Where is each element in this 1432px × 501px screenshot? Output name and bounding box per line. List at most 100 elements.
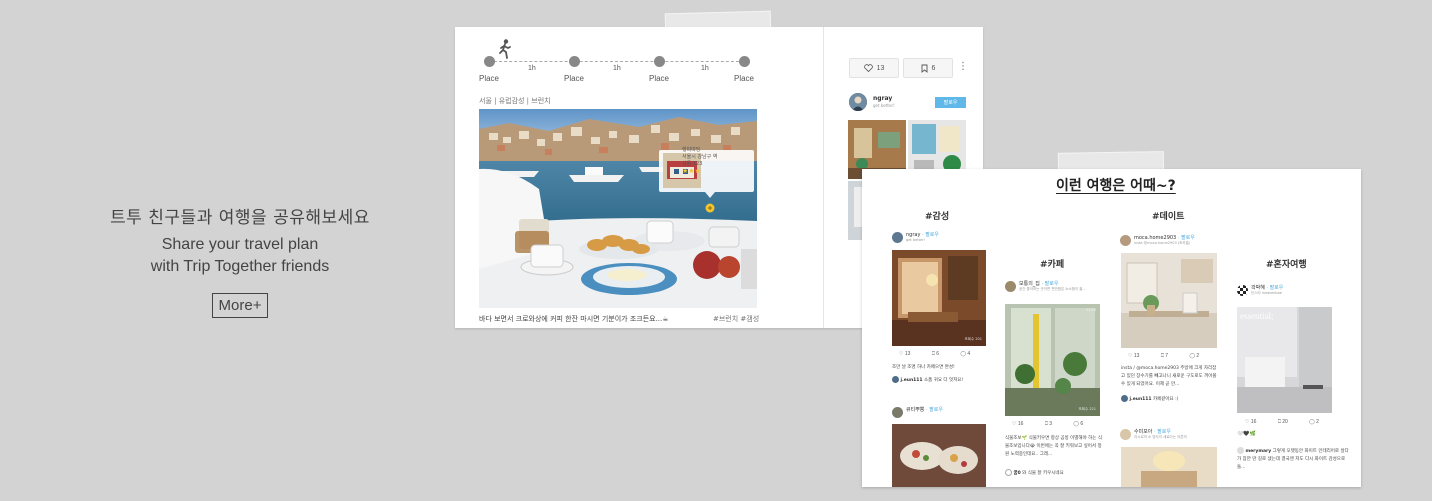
walking-person-icon <box>499 39 511 59</box>
column-heading-date[interactable]: #데이트 <box>1152 209 1184 222</box>
photo-view-count: 조회수 201 <box>964 337 982 341</box>
recommendation-title: 이런 여행은 어때~? <box>1056 178 1176 194</box>
author-name: 큐티뿌뿡 <box>906 407 925 413</box>
post-photo[interactable]: 행따따딩 서울시 강남구 역 삼동 123 ★★★ <box>479 109 757 308</box>
harbor-brunch-photo <box>479 109 757 308</box>
post-photo[interactable] <box>1121 447 1217 487</box>
comment-user[interactable]: 꿈0 <box>1013 471 1020 476</box>
author-name[interactable]: ngray <box>873 95 892 102</box>
more-options-icon[interactable]: ⋮ <box>958 61 968 72</box>
post-text: 식물조보🌱 식물키우면 항상 곰방 이별해야 하는 식물조보입니다😭 이번에는 … <box>1005 436 1102 457</box>
post-author[interactable]: 큐티뿌뿡 · 팔로우 <box>892 406 992 420</box>
column-heading-solo-travel[interactable]: #혼자여행 <box>1266 257 1307 270</box>
author-row: ngray get better! 팔로우 <box>849 93 967 113</box>
post-hashtags[interactable]: #브런치 #갬성 <box>713 314 759 324</box>
save-count[interactable]: ⎕ 20 <box>1278 419 1288 425</box>
duration-label: 1h <box>613 65 621 72</box>
post-stats: ♡ 13 ⎕ 6 ◯ 4 <box>899 351 990 357</box>
column-heading-emotional[interactable]: #감성 <box>925 209 949 222</box>
comment-count[interactable]: ◯ 4 <box>960 351 970 357</box>
timeline-stop-2[interactable] <box>569 56 580 67</box>
checkered-avatar-icon[interactable] <box>1237 285 1248 296</box>
place-label: Place <box>648 74 669 83</box>
save-count[interactable]: ⎕ 6 <box>932 351 939 357</box>
post-author[interactable]: 보통의_집 · 팔로우 공간 좋아하는 곳이면 편안함은 소소함이 올... <box>1005 280 1105 294</box>
place-overlay-card[interactable]: 행따따딩 서울시 강남구 역 삼동 123 ★★★ <box>682 147 717 175</box>
promo-subtitle-line1: Share your travel plan <box>161 236 319 253</box>
duration-label: 1h <box>528 65 536 72</box>
post-photo[interactable] <box>892 424 986 487</box>
author-bio: 인스타 ineakekbae <box>1251 291 1282 295</box>
avatar[interactable] <box>1120 235 1131 246</box>
post-caption: 바다 보면서 크로와상에 커피 한잔 마시면 기분이가 조크든요...☕ <box>479 315 669 323</box>
save-count[interactable]: ⎕ 3 <box>1045 421 1052 427</box>
post-photo[interactable]: 조회수 201 <box>892 250 986 346</box>
like-count[interactable]: ♡ 13 <box>899 351 910 357</box>
comment-user[interactable]: merymary <box>1245 449 1271 454</box>
post-author[interactable]: 곽박혜 · 팔로우 인스타 ineakekbae <box>1237 284 1347 298</box>
author-name-line: moca.home2903 · 팔로우 <box>1134 234 1195 241</box>
place-label: Place <box>733 74 754 83</box>
recommendation-card: 이런 여행은 어때~? #감성 ngray · 팔로우 get better! … <box>862 169 1361 487</box>
like-count[interactable]: ♡ 16 <box>1245 419 1256 425</box>
post-author[interactable]: 수미포아 · 팔로우 자시르까 소 망자이 새로다는 어른의 <box>1120 428 1230 442</box>
like-count: 13 <box>876 64 885 72</box>
avatar[interactable] <box>1005 281 1016 292</box>
overlay-name: 행따따딩 <box>682 147 701 153</box>
comment-count[interactable]: ◯ 2 <box>1189 353 1199 359</box>
heart-icon <box>863 64 873 72</box>
place-label: Place <box>478 74 499 83</box>
place-label: Place <box>563 74 584 83</box>
avatar[interactable] <box>1120 429 1131 440</box>
comment-count[interactable]: ◯ 2 <box>1309 419 1319 425</box>
overlay-address: 서울시 강남구 역 <box>682 154 718 160</box>
author-name-line: ngray · 팔로우 <box>906 231 939 238</box>
more-button[interactable]: More+ <box>211 293 269 318</box>
author-name-line: 곽박혜 · 팔로우 <box>1251 284 1283 291</box>
comment-text: 와 식물 잘 키우시네요 <box>1022 471 1064 476</box>
save-count[interactable]: ⎕ 7 <box>1161 353 1168 359</box>
comment-user[interactable]: j.eun111 <box>1129 397 1151 402</box>
comment-text: 카페같아요 :) <box>1152 397 1179 402</box>
photo-view-count: 조회수 221 <box>1078 407 1096 411</box>
post-stats: ♡ 16 ⎕ 3 ◯ 6 <box>1012 421 1103 427</box>
author-name-line: 큐티뿌뿡 · 팔로우 <box>906 406 943 413</box>
avatar[interactable] <box>849 93 867 111</box>
save-count: 6 <box>931 64 936 72</box>
promo-subtitle-line2: with Trip Together friends <box>150 258 330 275</box>
comment-avatar-icon <box>1237 447 1244 454</box>
post-photo[interactable]: 11:10 조회수 221 <box>1005 304 1100 416</box>
follow-button[interactable]: 팔로우 <box>935 97 966 108</box>
avatar[interactable] <box>892 407 903 418</box>
comment-count[interactable]: ◯ 6 <box>1073 421 1083 427</box>
post-author[interactable]: ngray · 팔로우 get better! <box>892 231 992 245</box>
comment-text: 소품 귀요 다 멋져요! <box>923 378 964 383</box>
timeline-stop-1[interactable] <box>484 56 495 67</box>
save-button[interactable]: 6 <box>903 58 953 78</box>
author-bio: 자시르까 소 망자이 새로다는 어른의 <box>1134 435 1187 439</box>
author-name-line: 보통의_집 · 팔로우 <box>1019 280 1058 287</box>
like-button[interactable]: 13 <box>849 58 899 78</box>
timeline-stop-3[interactable] <box>654 56 665 67</box>
author-bio: 공간 좋아하는 곳이면 편안함은 소소함이 올... <box>1019 287 1086 291</box>
follow-link[interactable]: · 팔로우 <box>926 407 943 413</box>
post-comment: 꿈0 와 식물 잘 키우시네요 <box>1005 469 1064 476</box>
timeline-stop-4[interactable] <box>739 56 750 67</box>
emoji-reactions: 🤍🖤🌿 <box>1237 431 1256 437</box>
post-author[interactable]: moca.home2903 · 팔로우 insta @moca.home2903… <box>1120 234 1230 248</box>
post-photo[interactable] <box>1121 253 1217 348</box>
avatar[interactable] <box>892 232 903 243</box>
column-heading-cafe[interactable]: #카페 <box>1040 257 1064 270</box>
comment-user[interactable]: j.eun111 <box>900 378 922 383</box>
like-count[interactable]: ♡ 13 <box>1128 353 1139 359</box>
like-count[interactable]: ♡ 16 <box>1012 421 1023 427</box>
post-text: 조만 날 조명 하나 카페으면 완성! <box>892 365 955 370</box>
author-bio: insta @moca.home2903 (조카홈) <box>1134 241 1191 245</box>
post-photo[interactable]: essential; <box>1237 307 1332 413</box>
comment-avatar-icon <box>1121 395 1128 402</box>
bookmark-icon <box>921 64 927 73</box>
post-comment: j.eun111 카페같아요 :) <box>1121 395 1178 402</box>
photo-time: 11:10 <box>1085 308 1096 312</box>
duration-label: 1h <box>701 65 709 72</box>
comment-avatar-icon <box>1005 469 1012 476</box>
